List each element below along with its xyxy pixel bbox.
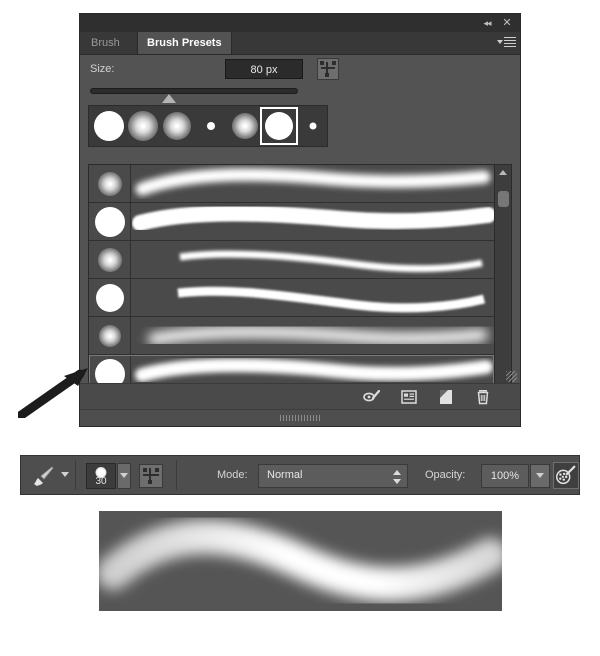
arrow-pointer-icon [15, 366, 110, 421]
size-input[interactable]: 80 px [225, 59, 303, 79]
hamburger-icon [504, 37, 516, 49]
brush-size-preview-button[interactable]: 30 [86, 463, 116, 489]
close-icon[interactable]: ✕ [500, 17, 514, 30]
blend-mode-select[interactable]: Normal [258, 464, 408, 488]
brush-tip-thumbnail [207, 122, 215, 130]
panel-titlebar: ◂◂ ✕ [80, 14, 520, 32]
preset-row[interactable] [89, 203, 494, 241]
use-sample-size-icon[interactable] [317, 58, 339, 80]
preset-tip-thumbnail [89, 241, 131, 278]
trash-icon[interactable] [473, 388, 493, 406]
mode-label: Mode: [217, 469, 248, 481]
preset-tip-thumbnail [89, 279, 131, 316]
brush-tip-thumbnail [309, 122, 317, 130]
preset-stroke-preview [132, 279, 494, 316]
brush-tip-hard-round-selected[interactable] [260, 107, 298, 145]
resize-grip-icon[interactable] [506, 371, 517, 382]
brush-preset-list [88, 164, 512, 396]
tool-options-bar: 30 Mode: Normal Opacity: 100% [20, 455, 580, 495]
brush-toggle-icon[interactable] [362, 388, 382, 406]
preset-row[interactable] [89, 241, 494, 279]
brush-preset-picker-button[interactable] [117, 463, 131, 489]
scrollbar-thumb[interactable] [498, 191, 509, 207]
opacity-label: Opacity: [425, 469, 466, 481]
brush-tip-thumbnail [232, 113, 258, 139]
preset-tip-thumbnail [89, 203, 131, 240]
preset-stroke-preview [132, 165, 494, 202]
size-slider-thumb[interactable] [162, 94, 177, 103]
preset-stroke-preview [132, 317, 494, 354]
preset-row[interactable] [89, 317, 494, 355]
preset-tip-thumbnail [89, 165, 131, 202]
preset-row[interactable] [89, 279, 494, 317]
brush-tip-thumbnail [163, 112, 191, 140]
collapse-icon[interactable]: ◂◂ [480, 17, 494, 30]
preset-manager-icon[interactable] [399, 388, 419, 406]
brush-tip-soft-round-medium-2[interactable] [226, 107, 264, 145]
preset-stroke-preview [132, 203, 494, 240]
preset-row[interactable] [89, 165, 494, 203]
chevron-down-icon [497, 40, 503, 44]
panel-footer [80, 371, 520, 410]
brush-size-value: 30 [95, 476, 107, 487]
brush-tip-thumbnail [94, 111, 124, 141]
brush-tip-hard-round-large[interactable] [90, 107, 128, 145]
brush-presets-panel: ◂◂ ✕ Brush Brush Presets Size: 80 px [80, 14, 520, 426]
preset-stroke-preview [132, 241, 494, 278]
opacity-dropdown-button[interactable] [530, 464, 550, 488]
brush-stroke-preview [96, 511, 508, 611]
size-slider-track [90, 88, 298, 94]
scroll-up-arrow-icon[interactable] [495, 166, 511, 179]
preset-list-scrollbar[interactable] [494, 165, 511, 395]
tool-preset-chevron-down-icon[interactable] [61, 472, 69, 477]
panel-grip-icon[interactable] [80, 409, 520, 426]
panel-tabstrip: Brush Brush Presets [80, 32, 520, 55]
brush-tip-thumbnail [128, 111, 158, 141]
brush-tool-icon[interactable] [31, 465, 55, 487]
size-slider[interactable] [80, 85, 520, 103]
chevron-down-icon [536, 473, 544, 478]
preset-tip-thumbnail [89, 317, 131, 354]
brush-tip-soft-round-large[interactable] [124, 107, 162, 145]
spinner-updown-icon [393, 470, 401, 484]
brush-tip-hard-round-tiny[interactable] [192, 107, 230, 145]
brush-tip-hard-round-small[interactable] [294, 107, 332, 145]
chevron-down-icon [120, 473, 128, 478]
opacity-input[interactable]: 100% [481, 464, 529, 488]
brush-tip-thumbnail [265, 112, 293, 140]
size-row: Size: 80 px [80, 55, 520, 85]
use-sample-size-icon[interactable] [139, 464, 163, 488]
tab-brush[interactable]: Brush [82, 32, 129, 54]
panel-menu-icon[interactable] [496, 36, 516, 50]
tab-brush-presets[interactable]: Brush Presets [137, 32, 232, 54]
airbrush-icon[interactable] [553, 462, 579, 489]
brush-tip-soft-round-medium[interactable] [158, 107, 196, 145]
size-label: Size: [90, 63, 115, 75]
blend-mode-value: Normal [267, 469, 303, 481]
brush-tip-strip [88, 105, 328, 147]
new-brush-icon[interactable] [436, 388, 456, 406]
